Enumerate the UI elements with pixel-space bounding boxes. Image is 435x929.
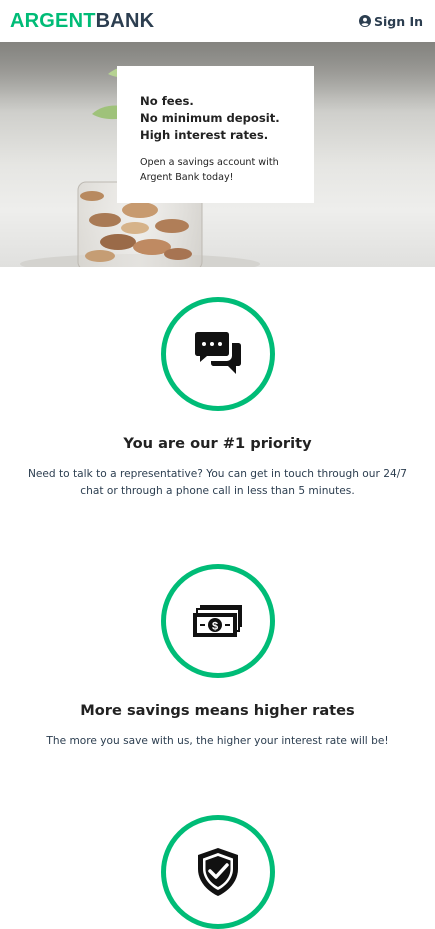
feature-title: More savings means higher rates	[80, 702, 355, 719]
hero-promo-card: No fees. No minimum deposit. High intere…	[117, 66, 314, 203]
feature-title: You are our #1 priority	[123, 435, 312, 452]
feature-item-priority: You are our #1 priority Need to talk to …	[0, 297, 435, 500]
logo-text-bank: BANK	[95, 9, 155, 32]
hero-banner: No fees. No minimum deposit. High intere…	[0, 42, 435, 267]
main-nav: ARGENTBANK Sign In	[0, 0, 435, 42]
feature-icon-circle	[160, 297, 275, 411]
feature-icon-circle: $	[160, 564, 275, 678]
hero-subtitle-no-minimum: No minimum deposit.	[140, 111, 280, 125]
money-icon: $	[192, 605, 242, 637]
feature-icon-circle	[160, 815, 275, 929]
feature-text: Need to talk to a representative? You ca…	[27, 468, 408, 497]
svg-text:$: $	[211, 621, 217, 633]
sign-in-label: Sign In	[373, 13, 423, 29]
hero-subtitle-high-interest: High interest rates.	[140, 128, 269, 142]
argent-bank-logo[interactable]: ARGENTBANK	[10, 10, 154, 33]
logo-text-argent: ARGENT	[10, 9, 96, 32]
security-shield-icon	[197, 848, 238, 896]
user-circle-icon	[358, 15, 371, 27]
hero-text: Open a savings account with Argent Bank …	[140, 157, 279, 183]
chat-icon	[194, 332, 241, 374]
feature-item-security	[0, 815, 435, 929]
sign-in-link[interactable]: Sign In	[358, 13, 423, 29]
feature-text: The more you save with us, the higher yo…	[46, 735, 389, 747]
hero-subtitle-no-fees: No fees.	[140, 94, 194, 108]
feature-item-savings: $ More savings means higher rates The mo…	[0, 564, 435, 750]
